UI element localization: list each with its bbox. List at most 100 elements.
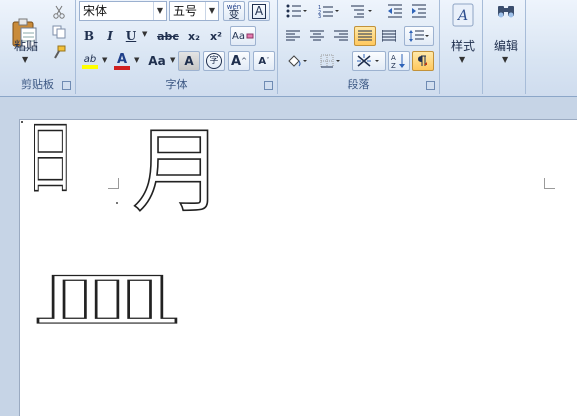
clipboard-dialog-launcher[interactable] xyxy=(62,81,71,90)
bullets-button[interactable] xyxy=(282,1,312,21)
font-color-bar xyxy=(114,65,130,70)
bullets-icon xyxy=(286,4,307,18)
cut-button[interactable] xyxy=(48,2,70,22)
outline-char-min[interactable]: 皿 xyxy=(31,267,183,333)
font-size-dropdown-icon[interactable]: ▼ xyxy=(205,2,218,20)
outline-char-yue[interactable]: 月 xyxy=(131,121,225,223)
format-painter-icon xyxy=(54,45,66,59)
decrease-indent-button[interactable] xyxy=(384,1,406,21)
font-color-glyph: A xyxy=(116,51,128,67)
encircle-glyph: 字 xyxy=(206,53,222,69)
sort-button[interactable]: AZ xyxy=(388,51,410,71)
bold-button[interactable]: B xyxy=(79,26,99,46)
italic-button[interactable]: I xyxy=(100,26,120,46)
line-spacing-icon xyxy=(409,30,429,42)
clear-formatting-button[interactable]: Aa xyxy=(230,26,256,46)
styles-icon: A xyxy=(452,3,474,27)
editing-label: 编辑 xyxy=(493,39,518,53)
font-name-combo[interactable]: 宋体 ▼ xyxy=(79,1,167,21)
chinese-layout-icon xyxy=(357,54,379,67)
highlight-button[interactable]: ab xyxy=(79,51,101,71)
paragraph-group: 123 A Z 段落 xyxy=(278,0,440,94)
clipboard-group: 粘贴 ▼ 剪贴板 xyxy=(0,0,76,94)
underline-button[interactable]: U xyxy=(121,26,141,46)
underline-dropdown-icon[interactable]: ▼ xyxy=(142,30,147,38)
borders-button[interactable] xyxy=(316,51,346,71)
clear-formatting-glyph: Aa xyxy=(232,30,245,42)
paste-dropdown-icon[interactable]: ▼ xyxy=(22,55,28,64)
chinese-layout-button[interactable] xyxy=(352,51,386,71)
font-size-value: 五号 xyxy=(173,4,198,18)
align-center-button[interactable] xyxy=(306,26,328,46)
increase-indent-button[interactable] xyxy=(408,1,430,21)
strikethrough-button[interactable]: abc xyxy=(154,26,182,46)
change-case-button[interactable]: Aa xyxy=(144,51,170,71)
cursor-mark xyxy=(116,202,118,204)
grow-font-button[interactable]: A ^ xyxy=(228,51,250,71)
character-shading-button[interactable]: A xyxy=(178,51,200,71)
show-hide-marks-button[interactable] xyxy=(412,51,434,71)
shrink-font-button[interactable]: Aˇ xyxy=(253,51,275,71)
numbering-button[interactable]: 123 xyxy=(314,1,344,21)
align-left-button[interactable] xyxy=(282,26,304,46)
subscript-button[interactable]: x₂ xyxy=(184,26,204,46)
copy-button[interactable] xyxy=(48,22,70,42)
grow-font-caret-icon: ^ xyxy=(241,57,247,65)
borders-icon xyxy=(320,54,340,68)
format-painter-button[interactable] xyxy=(48,42,70,62)
crop-mark-right xyxy=(544,178,555,189)
phonetic-guide-button[interactable]: wén 变 xyxy=(223,1,245,21)
character-border-button[interactable]: A xyxy=(248,1,270,21)
svg-text:A: A xyxy=(456,8,468,24)
svg-text:A: A xyxy=(391,54,396,62)
multilevel-list-icon xyxy=(351,5,372,18)
paragraph-group-label: 段落 xyxy=(347,78,370,91)
shrink-font-glyph: A xyxy=(258,55,267,67)
styles-dropdown-icon[interactable]: ▼ xyxy=(459,55,465,64)
distributed-button[interactable] xyxy=(378,26,400,46)
justify-button[interactable] xyxy=(354,26,376,46)
document-page[interactable]: 日 月 皿 xyxy=(19,113,577,416)
styles-label: 样式 xyxy=(450,39,475,53)
binoculars-icon xyxy=(498,6,514,18)
font-color-dropdown-icon[interactable]: ▼ xyxy=(134,56,139,64)
character-shading-glyph: A xyxy=(184,54,194,68)
numbering-icon: 123 xyxy=(318,5,339,18)
change-case-dropdown-icon[interactable]: ▼ xyxy=(170,56,175,64)
font-name-dropdown-icon[interactable]: ▼ xyxy=(153,2,166,20)
line-spacing-button[interactable] xyxy=(404,26,434,46)
grow-font-glyph: A xyxy=(231,53,242,69)
character-border-glyph: A xyxy=(251,3,267,19)
paint-bucket-icon xyxy=(288,55,307,67)
outline-char-ri[interactable]: 日 xyxy=(26,113,75,205)
scissors-icon xyxy=(53,5,65,19)
copy-icon xyxy=(52,25,66,39)
decrease-indent-icon xyxy=(388,4,402,18)
paragraph-mark-icon xyxy=(418,55,427,66)
phonetic-char: 变 xyxy=(228,8,240,21)
align-right-button[interactable] xyxy=(330,26,352,46)
editing-dropdown-icon[interactable]: ▼ xyxy=(502,55,508,64)
highlight-glyph: ab xyxy=(83,53,97,65)
font-color-button[interactable]: A xyxy=(111,51,133,71)
highlight-dropdown-icon[interactable]: ▼ xyxy=(102,56,107,64)
svg-text:Z: Z xyxy=(391,62,396,69)
highlight-color-bar xyxy=(82,64,98,69)
font-dialog-launcher[interactable] xyxy=(264,81,273,90)
font-group-label: 字体 xyxy=(165,78,188,91)
font-size-combo[interactable]: 五号 ▼ xyxy=(169,1,219,21)
styles-group: A 样式 ▼ xyxy=(443,0,483,94)
editing-group: 编辑 ▼ xyxy=(486,0,526,94)
encircle-character-button[interactable]: 字 xyxy=(203,51,225,71)
superscript-button[interactable]: x² xyxy=(206,26,226,46)
shading-button[interactable] xyxy=(282,51,312,71)
crop-mark-left xyxy=(108,178,119,189)
sort-icon: AZ xyxy=(391,54,405,69)
align-left-icon xyxy=(286,30,300,41)
paragraph-dialog-launcher[interactable] xyxy=(426,81,435,90)
justify-icon xyxy=(358,30,372,41)
multilevel-list-button[interactable] xyxy=(346,1,378,21)
distributed-icon xyxy=(382,30,396,42)
increase-indent-icon xyxy=(412,4,426,18)
align-center-icon xyxy=(310,30,324,41)
